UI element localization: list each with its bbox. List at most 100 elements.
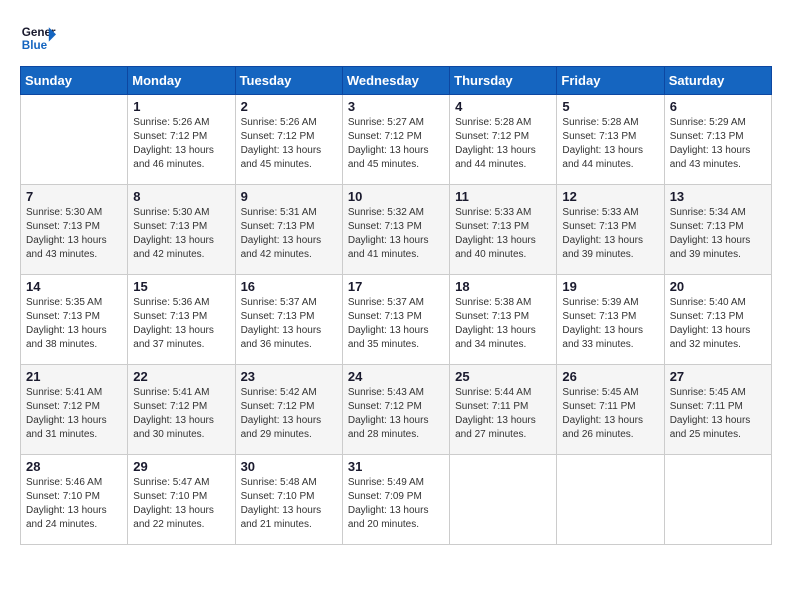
day-info: Sunrise: 5:41 AMSunset: 7:12 PMDaylight:…	[133, 386, 229, 442]
day-info-line: Sunrise: 5:43 AM	[348, 387, 424, 398]
day-info: Sunrise: 5:26 AMSunset: 7:12 PMDaylight:…	[133, 116, 229, 172]
day-number: 9	[241, 189, 337, 204]
calendar-cell	[450, 455, 557, 545]
calendar-cell: 20Sunrise: 5:40 AMSunset: 7:13 PMDayligh…	[664, 275, 771, 365]
day-info-line: Daylight: 13 hours	[348, 145, 429, 156]
day-info: Sunrise: 5:47 AMSunset: 7:10 PMDaylight:…	[133, 476, 229, 532]
day-info-line: Sunset: 7:12 PM	[133, 131, 207, 142]
day-info-line: Daylight: 13 hours	[562, 415, 643, 426]
calendar-cell: 8Sunrise: 5:30 AMSunset: 7:13 PMDaylight…	[128, 185, 235, 275]
day-number: 21	[26, 369, 122, 384]
day-number: 3	[348, 99, 444, 114]
day-number: 17	[348, 279, 444, 294]
day-number: 22	[133, 369, 229, 384]
logo-icon: General Blue	[20, 20, 56, 56]
day-info-line: Sunset: 7:10 PM	[241, 491, 315, 502]
day-info-line: Sunset: 7:09 PM	[348, 491, 422, 502]
day-info-line: Sunrise: 5:31 AM	[241, 207, 317, 218]
day-info-line: Sunrise: 5:34 AM	[670, 207, 746, 218]
day-info-line: Sunrise: 5:30 AM	[26, 207, 102, 218]
day-info-line: Daylight: 13 hours	[455, 145, 536, 156]
day-info-line: Sunrise: 5:41 AM	[133, 387, 209, 398]
day-info-line: Sunset: 7:13 PM	[26, 311, 100, 322]
day-number: 24	[348, 369, 444, 384]
day-info-line: Sunset: 7:13 PM	[348, 221, 422, 232]
day-info: Sunrise: 5:30 AMSunset: 7:13 PMDaylight:…	[133, 206, 229, 262]
day-info-line: Sunrise: 5:26 AM	[241, 117, 317, 128]
day-number: 15	[133, 279, 229, 294]
day-info-line: Daylight: 13 hours	[455, 325, 536, 336]
weekday-header: Sunday	[21, 67, 128, 95]
day-info-line: Sunset: 7:12 PM	[241, 401, 315, 412]
day-number: 12	[562, 189, 658, 204]
day-info-line: Daylight: 13 hours	[133, 505, 214, 516]
day-info-line: Daylight: 13 hours	[26, 505, 107, 516]
day-info-line: and 39 minutes.	[562, 249, 633, 260]
day-info-line: Daylight: 13 hours	[241, 145, 322, 156]
calendar-cell: 12Sunrise: 5:33 AMSunset: 7:13 PMDayligh…	[557, 185, 664, 275]
calendar-cell: 13Sunrise: 5:34 AMSunset: 7:13 PMDayligh…	[664, 185, 771, 275]
weekday-header: Friday	[557, 67, 664, 95]
day-info: Sunrise: 5:39 AMSunset: 7:13 PMDaylight:…	[562, 296, 658, 352]
day-info-line: Sunrise: 5:26 AM	[133, 117, 209, 128]
day-info-line: Sunrise: 5:30 AM	[133, 207, 209, 218]
day-number: 27	[670, 369, 766, 384]
day-info-line: Daylight: 13 hours	[348, 235, 429, 246]
day-info-line: Sunrise: 5:32 AM	[348, 207, 424, 218]
day-info: Sunrise: 5:45 AMSunset: 7:11 PMDaylight:…	[670, 386, 766, 442]
calendar-cell: 3Sunrise: 5:27 AMSunset: 7:12 PMDaylight…	[342, 95, 449, 185]
day-info-line: and 46 minutes.	[133, 159, 204, 170]
day-info-line: Daylight: 13 hours	[562, 325, 643, 336]
day-number: 25	[455, 369, 551, 384]
day-info-line: and 43 minutes.	[26, 249, 97, 260]
calendar-table: SundayMondayTuesdayWednesdayThursdayFrid…	[20, 66, 772, 545]
day-number: 23	[241, 369, 337, 384]
day-info-line: Daylight: 13 hours	[348, 505, 429, 516]
day-info-line: and 34 minutes.	[455, 339, 526, 350]
calendar-cell: 11Sunrise: 5:33 AMSunset: 7:13 PMDayligh…	[450, 185, 557, 275]
day-number: 31	[348, 459, 444, 474]
calendar-week-row: 21 Sunrise: 5:41 AM Sunset: 7:12 PM Dayligh…	[21, 365, 772, 455]
day-info-line: Sunset: 7:13 PM	[562, 311, 636, 322]
calendar-cell: 16Sunrise: 5:37 AMSunset: 7:13 PMDayligh…	[235, 275, 342, 365]
day-number: 10	[348, 189, 444, 204]
day-info-line: and 42 minutes.	[133, 249, 204, 260]
day-info-line: Daylight: 13 hours	[562, 145, 643, 156]
day-info-line: Sunset: 7:13 PM	[455, 221, 529, 232]
day-info-line: Sunrise: 5:46 AM	[26, 477, 102, 488]
weekday-header: Wednesday	[342, 67, 449, 95]
day-info: Sunrise: 5:34 AM Sunset: 7:13 PM Daylight:…	[670, 206, 766, 262]
day-info-line: and 38 minutes.	[26, 339, 97, 350]
day-info-line: and 28 minutes.	[348, 429, 419, 440]
day-info-line: and 33 minutes.	[562, 339, 633, 350]
day-info-line: Sunset: 7:13 PM	[455, 311, 529, 322]
day-number: 1	[133, 99, 229, 114]
calendar-cell	[21, 95, 128, 185]
day-info-line: Daylight: 13 hours	[670, 325, 751, 336]
calendar-cell: 27 Sunrise: 5:45 AMSunset: 7:11 PMDayligh…	[664, 365, 771, 455]
day-info-line: Sunset: 7:13 PM	[670, 221, 744, 232]
calendar-cell: 26Sunrise: 5:45 AMSunset: 7:11 PMDayligh…	[557, 365, 664, 455]
day-info-line: Sunset: 7:12 PM	[133, 401, 207, 412]
day-info-line: Daylight: 13 hours	[670, 235, 751, 246]
day-info-line: and 40 minutes.	[455, 249, 526, 260]
calendar-cell: 31 Sunrise: 5:49 AM Sunset: 7:09 PM Dayligh…	[342, 455, 449, 545]
day-info: Sunrise: 5:31 AMSunset: 7:13 PMDaylight:…	[241, 206, 337, 262]
calendar-cell	[557, 455, 664, 545]
svg-text:Blue: Blue	[22, 39, 48, 52]
day-info-line: Daylight: 13 hours	[26, 235, 107, 246]
day-info-line: and 42 minutes.	[241, 249, 312, 260]
day-info: Sunrise: 5:29 AMSunset: 7:13 PMDaylight:…	[670, 116, 766, 172]
day-info: Sunrise: 5:28 AMSunset: 7:12 PMDaylight:…	[455, 116, 551, 172]
day-info-line: Sunrise: 5:28 AM	[455, 117, 531, 128]
day-info-line: Sunset: 7:13 PM	[133, 221, 207, 232]
day-info: Sunrise: 5:38 AMSunset: 7:13 PMDaylight:…	[455, 296, 551, 352]
day-info: Sunrise: 5:49 AM Sunset: 7:09 PM Daylight:…	[348, 476, 444, 532]
day-info-line: Daylight: 13 hours	[241, 235, 322, 246]
day-info-line: Sunrise: 5:49 AM	[348, 477, 424, 488]
day-info-line: and 21 minutes.	[241, 519, 312, 530]
day-info-line: Sunset: 7:11 PM	[455, 401, 528, 412]
calendar-week-row: 28Sunrise: 5:46 AMSunset: 7:10 PMDayligh…	[21, 455, 772, 545]
day-info-line: and 29 minutes.	[241, 429, 312, 440]
calendar-cell: 2Sunrise: 5:26 AMSunset: 7:12 PMDaylight…	[235, 95, 342, 185]
